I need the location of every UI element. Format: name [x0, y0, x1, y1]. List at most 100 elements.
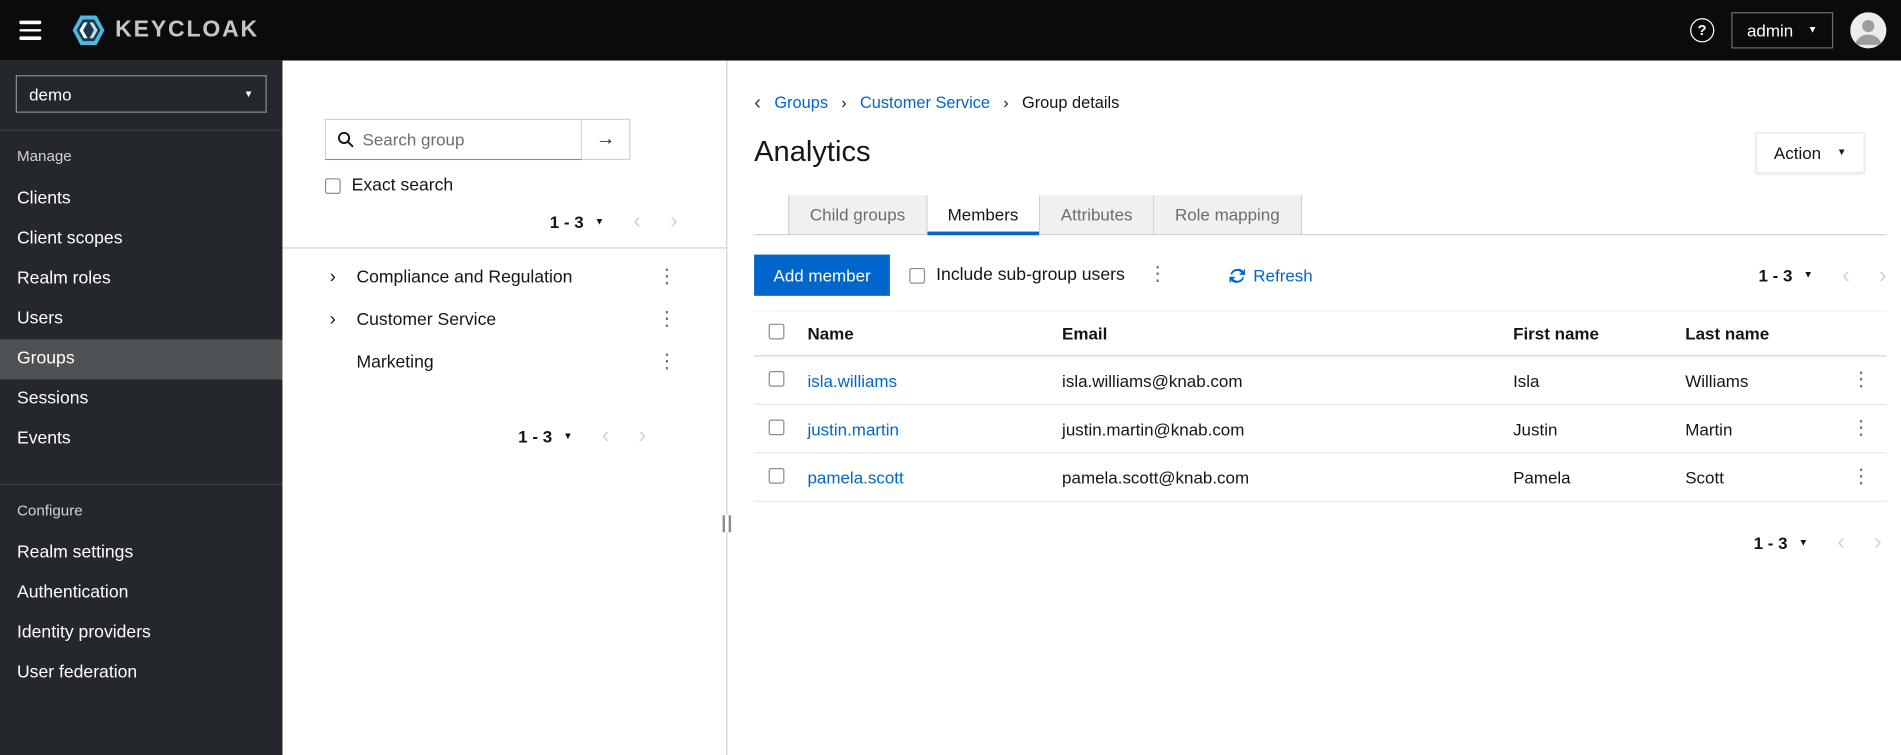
page-title: Analytics	[754, 135, 871, 169]
group-details-page: ‹ Groups › Customer Service › Group deta…	[727, 60, 1901, 755]
expand-chevron-icon[interactable]: ›	[330, 309, 357, 330]
exact-search-label: Exact search	[351, 175, 454, 196]
previous-page-button[interactable]: ‹	[1837, 531, 1845, 554]
row-actions-kebab-icon[interactable]: ⋮	[1845, 368, 1877, 392]
group-link-customer-service[interactable]: Customer Service	[356, 310, 651, 329]
row-actions-kebab-icon[interactable]: ⋮	[1845, 465, 1877, 489]
sidebar-item-groups[interactable]: Groups	[0, 339, 283, 380]
tab-bar: Child groups Members Attributes Role map…	[754, 195, 1887, 236]
per-page-toggle[interactable]: 1 - 3 ▼	[550, 212, 604, 231]
breadcrumb-groups-link[interactable]: Groups	[774, 93, 828, 111]
group-kebab-icon[interactable]: ⋮	[651, 307, 683, 331]
next-page-button[interactable]: ›	[670, 210, 678, 233]
include-subgroups-label: Include sub-group users	[936, 265, 1125, 285]
keycloak-logo[interactable]: KEYCLOAK	[70, 12, 259, 48]
chevron-down-icon: ▼	[563, 429, 573, 441]
sidebar-item-client-scopes[interactable]: Client scopes	[0, 219, 282, 259]
group-link-marketing[interactable]: Marketing	[356, 352, 651, 371]
chevron-down-icon: ▼	[1803, 269, 1813, 281]
chevron-down-icon: ▼	[1836, 146, 1847, 158]
member-name-link[interactable]: pamela.scott	[807, 467, 903, 486]
member-email: pamela.scott@knab.com	[1052, 452, 1504, 502]
keycloak-shield-icon	[72, 15, 105, 46]
add-member-button[interactable]: Add member	[754, 254, 891, 296]
members-toolbar: Add member Include sub-group users ⋮ Ref…	[754, 254, 1886, 296]
user-avatar-icon	[1850, 12, 1887, 49]
sidebar-item-user-federation[interactable]: User federation	[0, 653, 282, 693]
chevron-down-icon: ▼	[594, 215, 605, 227]
refresh-label: Refresh	[1253, 265, 1313, 285]
row-checkbox[interactable]	[768, 418, 785, 435]
group-link-compliance[interactable]: Compliance and Regulation	[356, 267, 651, 286]
member-email: isla.williams@knab.com	[1052, 355, 1504, 405]
select-all-checkbox[interactable]	[768, 323, 785, 340]
group-kebab-icon[interactable]: ⋮	[651, 350, 683, 374]
action-label: Action	[1773, 143, 1822, 163]
sidebar-item-authentication[interactable]: Authentication	[0, 573, 282, 613]
chevron-down-icon: ▼	[1798, 536, 1809, 548]
action-dropdown-button[interactable]: Action ▼	[1755, 132, 1865, 174]
previous-page-button[interactable]: ‹	[602, 424, 610, 447]
chevron-down-icon: ▼	[243, 87, 254, 99]
breadcrumb-customer-service-link[interactable]: Customer Service	[860, 93, 990, 111]
sidebar-item-sessions[interactable]: Sessions	[0, 379, 282, 419]
group-kebab-icon[interactable]: ⋮	[651, 265, 683, 289]
row-checkbox[interactable]	[768, 467, 785, 484]
group-tree-item: Marketing ⋮	[330, 341, 683, 383]
panel-resize-handle[interactable]	[722, 515, 732, 533]
sidebar-item-realm-roles[interactable]: Realm roles	[0, 259, 282, 299]
arrow-right-icon: →	[595, 128, 616, 150]
user-menu-dropdown[interactable]: admin ▼	[1731, 12, 1834, 49]
sidebar-item-events[interactable]: Events	[0, 419, 282, 459]
nav-toggle-button[interactable]	[17, 16, 44, 44]
table-header-row: Name Email First name Last name	[754, 310, 1887, 357]
current-realm: demo	[29, 84, 72, 104]
pagination-range: 1 - 3	[549, 211, 584, 231]
tab-role-mapping[interactable]: Role mapping	[1154, 195, 1302, 234]
toolbar-kebab-icon[interactable]: ⋮	[1142, 263, 1174, 287]
member-first-name: Isla	[1503, 355, 1676, 405]
search-group-input[interactable]	[326, 120, 581, 159]
next-page-button[interactable]: ›	[1879, 264, 1887, 287]
per-page-toggle[interactable]: 1 - 3 ▼	[1754, 533, 1808, 552]
row-actions-kebab-icon[interactable]: ⋮	[1845, 416, 1877, 440]
row-checkbox[interactable]	[768, 370, 785, 387]
pagination-range: 1 - 3	[518, 426, 553, 446]
keycloak-admin-console: KEYCLOAK ? admin ▼ demo ▼ Manage Clients…	[0, 0, 1901, 755]
sidebar: demo ▼ Manage Clients Client scopes Real…	[0, 60, 283, 755]
next-page-button[interactable]: ›	[1874, 531, 1882, 554]
tab-child-groups[interactable]: Child groups	[788, 195, 928, 234]
per-page-toggle[interactable]: 1 - 3 ▼	[518, 426, 572, 445]
table-row: isla.williams isla.williams@knab.com Isl…	[754, 355, 1887, 405]
manage-nav-list: Clients Client scopes Realm roles Users …	[0, 179, 283, 459]
brand-text: KEYCLOAK	[115, 16, 259, 43]
include-subgroups-checkbox[interactable]: Include sub-group users	[909, 265, 1125, 285]
sidebar-item-identity-providers[interactable]: Identity providers	[0, 613, 282, 653]
exact-search-checkbox[interactable]: Exact search	[324, 175, 726, 196]
refresh-button[interactable]: Refresh	[1229, 266, 1313, 285]
tab-members[interactable]: Members	[927, 195, 1041, 236]
previous-page-button[interactable]: ‹	[633, 210, 641, 233]
tab-attributes[interactable]: Attributes	[1040, 195, 1155, 234]
sidebar-item-realm-settings[interactable]: Realm settings	[0, 533, 282, 573]
member-name-link[interactable]: justin.martin	[807, 419, 898, 438]
groups-tree-panel: → Exact search 1 - 3 ▼ ‹ › › Co	[282, 60, 732, 755]
table-row: pamela.scott pamela.scott@knab.com Pamel…	[754, 452, 1887, 502]
table-row: justin.martin justin.martin@knab.com Jus…	[754, 404, 1887, 454]
breadcrumb-current: Group details	[1021, 93, 1120, 112]
breadcrumb: ‹ Groups › Customer Service › Group deta…	[754, 92, 1886, 113]
member-name-link[interactable]: isla.williams	[807, 370, 897, 389]
search-submit-button[interactable]: →	[581, 118, 631, 161]
column-header-first-name: First name	[1503, 310, 1676, 357]
sidebar-item-users[interactable]: Users	[0, 299, 282, 339]
members-pagination-top: 1 - 3 ▼ ‹ ›	[1758, 264, 1886, 287]
realm-selector[interactable]: demo ▼	[15, 75, 267, 113]
next-page-button[interactable]: ›	[639, 424, 647, 447]
group-tree-list: › Compliance and Regulation ⋮ › Customer…	[282, 249, 726, 384]
per-page-toggle[interactable]: 1 - 3 ▼	[1758, 266, 1812, 285]
sidebar-item-clients[interactable]: Clients	[0, 179, 282, 219]
chevron-left-icon[interactable]: ‹	[754, 92, 761, 113]
expand-chevron-icon[interactable]: ›	[330, 267, 357, 288]
previous-page-button[interactable]: ‹	[1842, 264, 1850, 287]
help-icon[interactable]: ?	[1690, 18, 1715, 43]
